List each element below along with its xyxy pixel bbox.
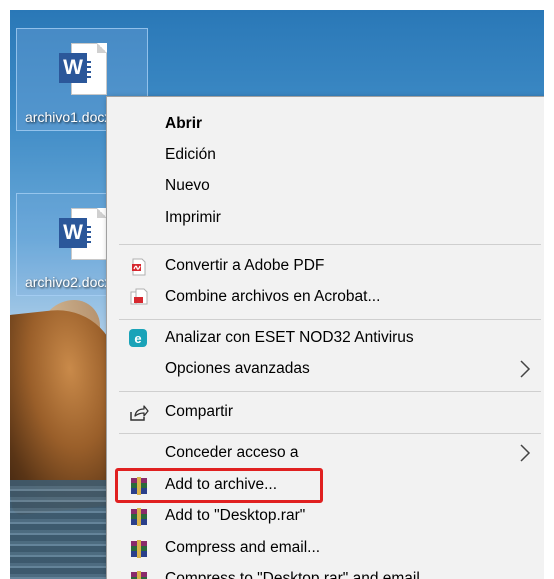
menu-item-imprimir[interactable]: Imprimir bbox=[107, 203, 544, 234]
word-document-icon: W bbox=[59, 208, 107, 268]
menu-item-label: Compress and email... bbox=[165, 539, 321, 556]
acrobat-combine-icon bbox=[129, 288, 149, 308]
menu-item-combine-acrobat[interactable]: Combine archivos en Acrobat... bbox=[107, 282, 544, 313]
chevron-right-icon bbox=[519, 443, 531, 463]
menu-item-conceder-acceso[interactable]: Conceder acceso a bbox=[107, 438, 544, 469]
context-menu: Abrir Edición Nuevo Imprimir Convertir a… bbox=[106, 96, 544, 579]
menu-item-compress-desktop-rar-email[interactable]: Compress to "Desktop.rar" and email bbox=[107, 564, 544, 579]
menu-item-label: Combine archivos en Acrobat... bbox=[165, 288, 381, 305]
menu-item-compartir[interactable]: Compartir bbox=[107, 397, 544, 428]
word-document-icon: W bbox=[59, 43, 107, 103]
menu-item-label: Conceder acceso a bbox=[165, 444, 299, 461]
menu-item-label: Edición bbox=[165, 146, 216, 163]
menu-item-label: Convertir a Adobe PDF bbox=[165, 257, 325, 274]
menu-separator bbox=[119, 433, 541, 434]
menu-item-label: Imprimir bbox=[165, 209, 221, 226]
chevron-right-icon bbox=[519, 359, 531, 379]
menu-item-opciones-avanzadas[interactable]: Opciones avanzadas bbox=[107, 354, 544, 385]
winrar-icon bbox=[129, 539, 149, 559]
menu-separator bbox=[119, 391, 541, 392]
menu-item-label: Compartir bbox=[165, 403, 234, 420]
menu-item-label: Abrir bbox=[165, 115, 203, 132]
menu-item-label: Compress to "Desktop.rar" and email bbox=[165, 570, 420, 579]
menu-item-convertir-pdf[interactable]: Convertir a Adobe PDF bbox=[107, 251, 544, 282]
menu-item-label: Add to "Desktop.rar" bbox=[165, 507, 306, 524]
share-icon bbox=[129, 403, 149, 423]
menu-item-abrir[interactable]: Abrir bbox=[107, 109, 544, 140]
eset-icon: e bbox=[129, 329, 147, 347]
menu-item-compress-email[interactable]: Compress and email... bbox=[107, 533, 544, 564]
menu-separator bbox=[119, 244, 541, 245]
menu-item-label: Opciones avanzadas bbox=[165, 360, 310, 377]
menu-item-nuevo[interactable]: Nuevo bbox=[107, 171, 544, 202]
highlight-box bbox=[115, 468, 323, 503]
menu-item-label: Analizar con ESET NOD32 Antivirus bbox=[165, 329, 414, 346]
menu-separator bbox=[119, 319, 541, 320]
menu-item-eset-scan[interactable]: e Analizar con ESET NOD32 Antivirus bbox=[107, 323, 544, 354]
winrar-icon bbox=[129, 570, 149, 579]
menu-item-label: Nuevo bbox=[165, 177, 210, 194]
winrar-icon bbox=[129, 507, 149, 527]
menu-item-add-to-desktop-rar[interactable]: Add to "Desktop.rar" bbox=[107, 501, 544, 532]
desktop[interactable]: W archivo1.docx W archivo2.docx Abrir Ed… bbox=[10, 10, 544, 579]
menu-item-edicion[interactable]: Edición bbox=[107, 140, 544, 171]
adobe-pdf-icon bbox=[129, 257, 149, 277]
